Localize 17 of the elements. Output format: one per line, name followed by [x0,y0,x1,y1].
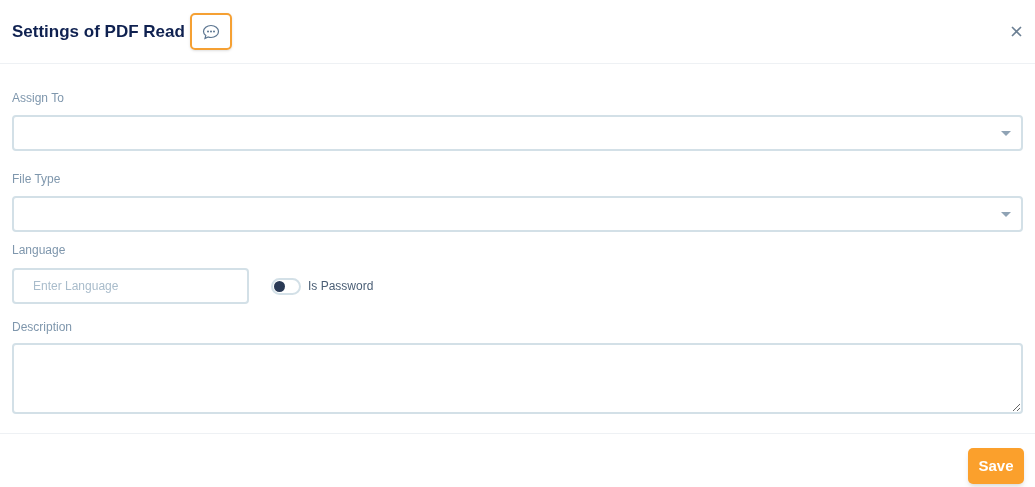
description-field[interactable] [12,343,1023,414]
close-icon[interactable] [1011,26,1022,37]
field-label: Language [12,242,67,259]
chat-bubble-icon [201,23,220,40]
field-label: File Type [12,171,62,188]
password-toggle[interactable] [271,277,301,295]
save-button[interactable]: Save [968,448,1024,484]
comment-button[interactable] [189,13,232,50]
dialog-title: Settings of PDF Read [12,20,185,43]
select-field[interactable] [12,115,1023,151]
select-field[interactable] [12,196,1023,232]
caret-icon [1001,130,1011,136]
field-label: Assign To [12,90,65,107]
field-label: Description [12,319,74,336]
toggle-label: Is Password [308,278,374,295]
language-field[interactable]: Enter Language [12,268,249,304]
caret-icon [1001,211,1011,217]
